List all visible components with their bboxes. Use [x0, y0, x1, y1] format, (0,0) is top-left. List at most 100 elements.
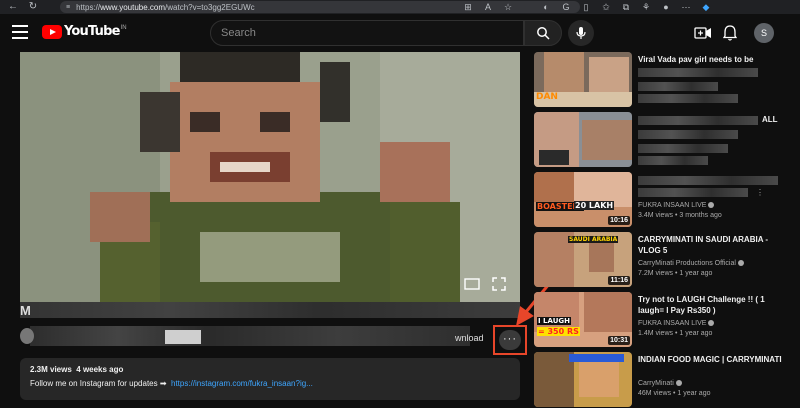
recommendation-item[interactable]: BOASTED! 20 LAKH 10:16 FUKRA INSAAN LIVE… — [534, 172, 800, 228]
download-button-label[interactable]: wnload — [455, 333, 484, 343]
blurred-channel-line — [638, 144, 728, 153]
hamburger-menu-icon[interactable] — [12, 25, 28, 39]
recommendation-channel[interactable]: FUKRA INSAAN LIVE — [638, 320, 715, 327]
recommendation-thumbnail[interactable]: I LAUGH = 350 RS 10:31 — [534, 292, 632, 347]
recommendation-stats: 46M views • 1 year ago — [638, 390, 711, 397]
recommendation-stats: 1.4M views • 1 year ago — [638, 330, 713, 337]
recommendation-thumbnail[interactable] — [534, 112, 632, 167]
bell-icon — [723, 25, 737, 41]
recommendation-title[interactable]: CARRYMINATI IN SAUDI ARABIA - VLOG 5 — [638, 234, 788, 256]
theater-mode-icon — [464, 278, 480, 290]
address-bar-icons: ⊞ A ☆ — [462, 1, 514, 13]
shield-icon[interactable]: ◐ — [540, 1, 552, 13]
country-code: IN — [120, 24, 127, 31]
copilot-icon[interactable]: ◆ — [700, 1, 712, 13]
create-button[interactable] — [694, 24, 712, 42]
blurred-stats-line — [638, 156, 708, 165]
channel-row-blurred — [30, 326, 470, 346]
blurred-stats-line — [638, 94, 738, 103]
url-text: https://www.youtube.com/watch?v=to3gg2EG… — [76, 2, 255, 12]
video-description[interactable]: 2.3M views 4 weeks ago Follow me on Inst… — [20, 358, 520, 400]
view-count: 2.3M views — [30, 365, 72, 374]
video-duration: 10:16 — [608, 216, 630, 225]
blurred-channel-line — [638, 82, 718, 91]
recommendation-stats: 7.2M views • 1 year ago — [638, 270, 713, 277]
recommendation-channel[interactable]: CarryMinati — [638, 380, 682, 387]
translate-icon[interactable]: ⊞ — [462, 1, 474, 13]
collections-icon[interactable]: ⧉ — [620, 1, 632, 13]
fullscreen-icon — [492, 277, 506, 291]
recommendation-title[interactable]: Try not to LAUGH Challenge !! ( 1 laugh=… — [638, 294, 788, 316]
profile-icon[interactable]: ● — [660, 1, 672, 13]
highlight-annotation — [493, 325, 527, 355]
search-box — [210, 20, 524, 46]
extensions-icon[interactable]: ⚘ — [640, 1, 652, 13]
video-duration: 11:16 — [608, 276, 630, 285]
channel-avatar[interactable] — [20, 328, 34, 344]
browser-toolbar: ← ↻ ≡ https://www.youtube.com/watch?v=to… — [0, 0, 800, 14]
recommendation-thumbnail[interactable]: DAN — [534, 52, 632, 107]
thumbnail-caption-2: 20 LAKH — [574, 201, 615, 210]
microphone-icon — [576, 27, 586, 39]
logo-text: YouTube — [64, 24, 120, 39]
create-video-icon — [694, 27, 711, 39]
lock-icon: ≡ — [66, 3, 71, 11]
account-avatar[interactable]: S — [754, 23, 774, 43]
fullscreen-button[interactable] — [490, 276, 508, 292]
refresh-icon[interactable]: ↻ — [26, 0, 40, 14]
recommendation-menu-icon[interactable]: ⋮ — [756, 188, 764, 197]
split-screen-icon[interactable]: ▯ — [580, 1, 592, 13]
recommendation-title[interactable]: ALL — [762, 114, 792, 125]
recommendation-title[interactable]: Viral Vada pav girl needs to be — [638, 54, 788, 65]
more-options-icon[interactable]: ⋯ — [680, 1, 692, 13]
grammarly-icon[interactable]: G — [560, 1, 572, 13]
blurred-title-line — [638, 116, 758, 125]
blurred-title-line — [638, 176, 778, 185]
youtube-logo[interactable]: YouTube IN — [42, 24, 127, 39]
verified-icon — [708, 320, 715, 327]
favorite-star-icon[interactable]: ☆ — [502, 1, 514, 13]
blurred-title-line-2 — [638, 130, 738, 139]
recommendation-channel[interactable]: CarryMinati Productions Official — [638, 260, 744, 267]
video-duration: 10:31 — [608, 336, 630, 345]
recommendation-item[interactable]: I LAUGH = 350 RS 10:31 Try not to LAUGH … — [534, 292, 800, 348]
back-icon[interactable]: ← — [6, 0, 20, 14]
verified-icon — [737, 260, 744, 267]
blurred-title-line — [638, 68, 758, 77]
favorites-icon[interactable]: ✩ — [600, 1, 612, 13]
notifications-button[interactable] — [721, 24, 739, 42]
recommendation-thumbnail[interactable] — [534, 352, 632, 407]
description-text: Follow me on Instagram for updates ➡ htt… — [30, 379, 510, 388]
recommendation-thumbnail[interactable]: SAUDI ARABIA 11:16 — [534, 232, 632, 287]
video-title-blurred — [20, 302, 520, 318]
recommendation-thumbnail[interactable]: BOASTED! 20 LAKH 10:16 — [534, 172, 632, 227]
read-aloud-icon[interactable]: A — [482, 1, 494, 13]
extension-icons: ◐ G ▯ ✩ ⧉ ⚘ ● ⋯ ◆ — [540, 1, 712, 13]
recommendation-stats: 3.4M views • 3 months ago — [638, 212, 722, 219]
blurred-title-line-2 — [638, 188, 748, 197]
recommendation-item[interactable]: ALL — [534, 112, 800, 168]
thumbnail-caption: SAUDI ARABIA — [568, 236, 619, 243]
thumbnail-caption: I LAUGH — [537, 317, 571, 325]
verified-icon — [708, 202, 715, 209]
search-input[interactable] — [211, 21, 523, 45]
thumbnail-caption: DAN — [536, 92, 558, 102]
description-body: Follow me on Instagram for updates ➡ — [30, 379, 167, 388]
subscribe-button[interactable] — [165, 330, 201, 344]
search-button[interactable] — [524, 20, 562, 46]
voice-search-button[interactable] — [568, 20, 594, 46]
recommendation-title[interactable]: INDIAN FOOD MAGIC | CARRYMINATI — [638, 354, 788, 365]
instagram-link[interactable]: https://instagram.com/fukra_insaan?ig... — [171, 379, 313, 388]
theater-mode-button[interactable] — [463, 276, 481, 292]
recommendation-channel[interactable]: FUKRA INSAAN LIVE — [638, 202, 715, 209]
recommendation-item[interactable]: DAN Viral Vada pav girl needs to be — [534, 52, 800, 108]
video-title: M — [20, 303, 31, 318]
youtube-play-icon — [42, 24, 62, 39]
recommendation-item[interactable]: SAUDI ARABIA 11:16 CARRYMINATI IN SAUDI … — [534, 232, 800, 288]
description-meta: 2.3M views 4 weeks ago — [30, 365, 510, 374]
video-player[interactable] — [20, 52, 520, 302]
thumbnail-caption-2: = 350 RS — [537, 327, 580, 336]
verified-icon — [675, 380, 682, 387]
upload-age: 4 weeks ago — [76, 365, 124, 374]
search-icon — [537, 27, 550, 40]
